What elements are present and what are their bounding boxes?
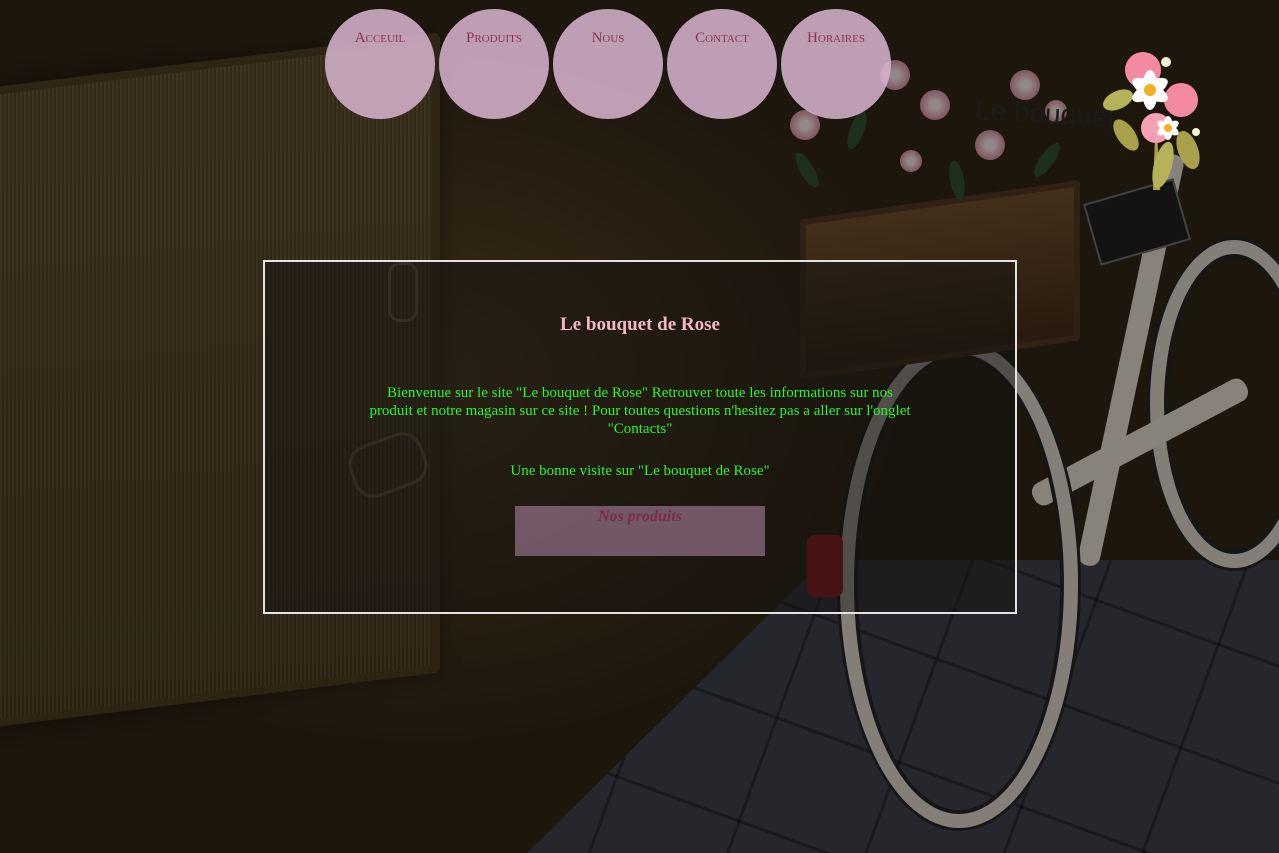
nav-item-nous[interactable]: Nous [553, 9, 663, 119]
flower-bouquet-logo-icon [1098, 40, 1208, 195]
site-title: Le bouquet de Rose [560, 314, 720, 335]
good-visit-text: Une bonne visite sur "Le bouquet de Rose… [510, 463, 770, 479]
main-nav: Acceuil Produits Nous Contact Horaires [325, 9, 891, 119]
nav-item-acceuil[interactable]: Acceuil [325, 9, 435, 119]
nav-item-contact[interactable]: Contact [667, 9, 777, 119]
welcome-text: Bienvenue sur le site "Le bouquet de Ros… [369, 385, 911, 437]
nav-item-horaires[interactable]: Horaires [781, 9, 891, 119]
welcome-panel: Le bouquet de Rose Bienvenue sur le site… [263, 260, 1017, 614]
nav-item-produits[interactable]: Produits [439, 9, 549, 119]
products-button[interactable]: Nos produits [515, 506, 765, 556]
